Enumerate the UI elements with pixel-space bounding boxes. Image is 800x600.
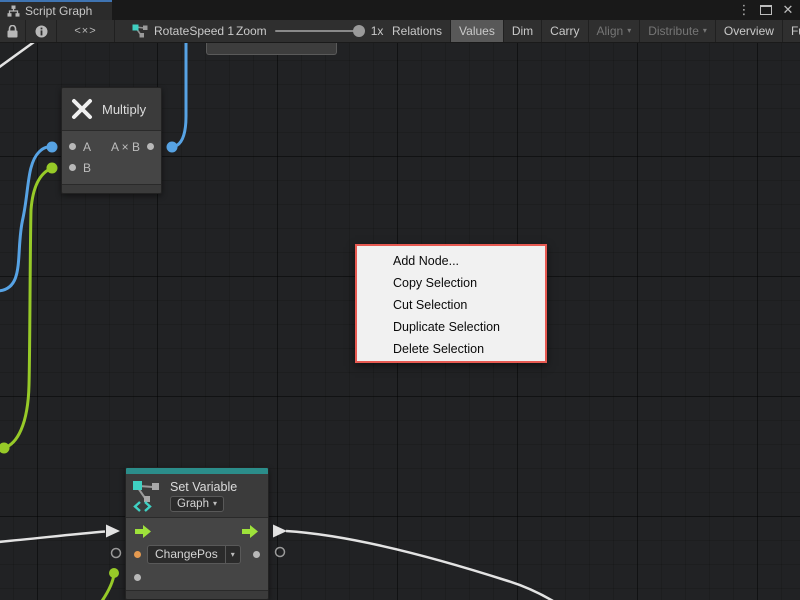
multiply-footer xyxy=(62,184,161,193)
multiply-body: A A × B B xyxy=(62,131,161,184)
tab-label: Script Graph xyxy=(25,4,92,18)
zoom-slider-thumb[interactable] xyxy=(353,25,365,37)
multiply-row-a: A A × B xyxy=(62,136,161,157)
node-set-variable[interactable]: Set Variable Graph ▾ ChangePos ▾ xyxy=(125,467,269,600)
port-dot-blue-a xyxy=(47,142,58,153)
zoom-slider[interactable] xyxy=(275,30,363,32)
values-label: Values xyxy=(459,24,495,38)
port-dot-green-setvar xyxy=(109,568,119,578)
context-menu: Add Node... Copy Selection Cut Selection… xyxy=(355,244,547,363)
zoom-value: 1x xyxy=(371,24,384,38)
flow-in-arrow-icon[interactable] xyxy=(135,525,152,538)
set-variable-body: ChangePos ▾ xyxy=(126,518,268,590)
kebab-menu-icon[interactable]: ⋮ xyxy=(736,0,752,20)
scope-dropdown-label: Graph xyxy=(177,498,209,510)
set-variable-footer xyxy=(126,590,268,600)
multiply-x-icon xyxy=(71,98,93,120)
flow-arrow-out xyxy=(273,525,287,538)
graph-toolbar: <×> RotateSpeed 1 Zoom 1x Relations Valu… xyxy=(0,20,800,43)
wire-white-flow-in xyxy=(0,532,105,543)
wire-blue-output xyxy=(172,43,186,147)
info-icon xyxy=(35,25,48,38)
port-empty-right xyxy=(276,548,285,557)
zoom-label: Zoom xyxy=(236,24,267,38)
dim-button[interactable]: Dim xyxy=(504,20,542,42)
scope-dropdown[interactable]: Graph ▾ xyxy=(170,496,224,512)
window-controls: ⋮ ✕ xyxy=(736,0,796,20)
port-a-label: A xyxy=(83,140,91,154)
var-out-port-icon[interactable] xyxy=(253,551,260,558)
port-dot-blue-out xyxy=(167,142,178,153)
carry-label: Carry xyxy=(550,24,579,38)
distribute-button[interactable]: Distribute ▾ xyxy=(640,20,716,42)
close-icon[interactable]: ✕ xyxy=(780,0,796,20)
align-label: Align xyxy=(597,24,624,38)
flow-out-arrow-icon[interactable] xyxy=(242,525,259,538)
wire-green-bottom xyxy=(102,574,114,600)
value-port-icon[interactable] xyxy=(134,574,141,581)
code-preview-button[interactable]: <×> xyxy=(57,20,115,42)
menu-item-delete-selection[interactable]: Delete Selection xyxy=(357,338,545,360)
chevron-down-icon: ▾ xyxy=(225,546,240,563)
maximize-icon[interactable] xyxy=(760,5,772,15)
zoom-control: Zoom 1x xyxy=(236,20,383,42)
multiply-header[interactable]: Multiply xyxy=(62,88,161,131)
flow-arrow-in xyxy=(106,525,120,538)
dim-label: Dim xyxy=(512,24,533,38)
set-variable-var-row: ChangePos ▾ xyxy=(126,544,268,564)
port-out-icon[interactable] xyxy=(147,143,154,150)
multiply-row-b: B xyxy=(62,157,161,178)
carry-button[interactable]: Carry xyxy=(542,20,588,42)
align-button[interactable]: Align ▾ xyxy=(589,20,641,42)
port-empty-left xyxy=(112,549,121,558)
set-variable-value-row xyxy=(126,564,268,590)
graph-breadcrumb-icon xyxy=(132,24,148,38)
script-graph-icon xyxy=(7,5,20,17)
port-dot-green-edge xyxy=(0,443,10,454)
port-b-icon[interactable] xyxy=(69,164,76,171)
full-screen-button[interactable]: Full Screen xyxy=(783,20,800,42)
wire-white-flow-out xyxy=(286,531,553,600)
variable-dropdown[interactable]: ChangePos ▾ xyxy=(147,545,241,564)
wire-blue-input xyxy=(0,147,52,291)
port-a-icon[interactable] xyxy=(69,143,76,150)
chevron-down-icon: ▾ xyxy=(213,500,217,508)
code-icon: <×> xyxy=(74,25,96,37)
chevron-down-icon: ▾ xyxy=(703,27,707,35)
menu-item-cut-selection[interactable]: Cut Selection xyxy=(357,294,545,316)
tab-script-graph[interactable]: Script Graph xyxy=(0,0,112,20)
toolbar-buttons: Relations Values Dim Carry Align ▾ Distr… xyxy=(384,20,800,42)
lock-button[interactable] xyxy=(0,20,26,42)
menu-item-duplicate-selection[interactable]: Duplicate Selection xyxy=(357,316,545,338)
multiply-title: Multiply xyxy=(102,102,146,117)
var-name-port-icon[interactable] xyxy=(134,551,141,558)
overview-label: Overview xyxy=(724,24,774,38)
set-variable-header[interactable]: Set Variable Graph ▾ xyxy=(126,474,268,518)
info-button[interactable] xyxy=(26,20,57,42)
breadcrumb-label: RotateSpeed 1 xyxy=(154,24,234,38)
variable-dropdown-label: ChangePos xyxy=(148,546,225,563)
port-out-label: A × B xyxy=(111,140,140,154)
chevron-down-icon: ▾ xyxy=(627,27,631,35)
distribute-label: Distribute xyxy=(648,24,699,38)
port-b-label: B xyxy=(83,161,91,175)
node-multiply[interactable]: Multiply A A × B B xyxy=(61,87,162,194)
menu-item-copy-selection[interactable]: Copy Selection xyxy=(357,272,545,294)
set-variable-icon xyxy=(132,480,164,512)
set-variable-title: Set Variable xyxy=(170,480,237,494)
port-dot-green-b xyxy=(47,163,58,174)
values-button[interactable]: Values xyxy=(451,20,504,42)
relations-button[interactable]: Relations xyxy=(384,20,451,42)
overview-button[interactable]: Overview xyxy=(716,20,783,42)
lock-icon xyxy=(7,25,18,38)
set-variable-flow-row xyxy=(126,518,268,544)
full-screen-label: Full Screen xyxy=(791,24,800,38)
title-bar: Script Graph ⋮ ✕ xyxy=(0,0,800,20)
wire-green-input xyxy=(4,168,52,448)
wire-white-topleft xyxy=(0,43,34,68)
popup-remnant xyxy=(206,41,337,55)
relations-label: Relations xyxy=(392,24,442,38)
breadcrumb[interactable]: RotateSpeed 1 xyxy=(132,20,234,42)
menu-item-add-node[interactable]: Add Node... xyxy=(357,250,545,272)
